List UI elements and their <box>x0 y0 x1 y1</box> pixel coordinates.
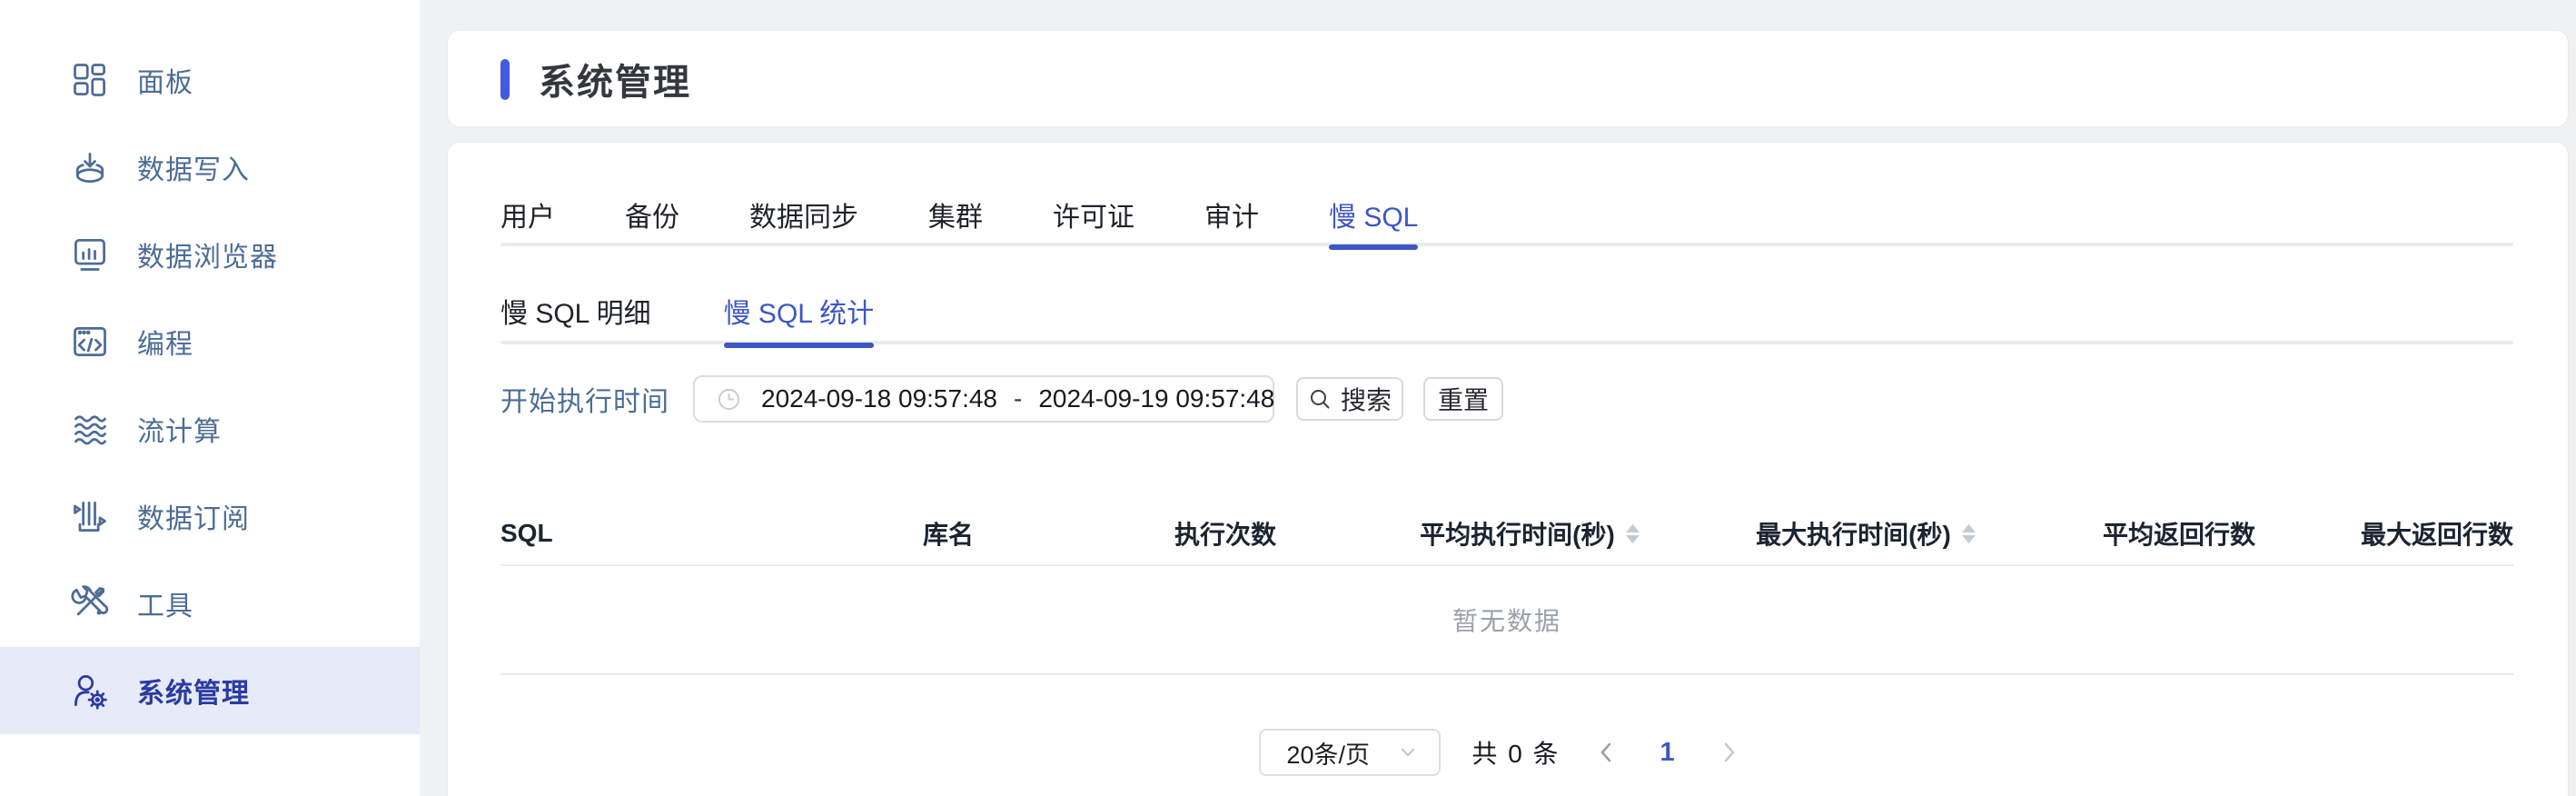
prev-page-button[interactable] <box>1580 729 1631 776</box>
sidebar-item-label: 工具 <box>137 592 193 622</box>
sidebar: 面板 数据写入 数据浏览器 编程 流计算 数据订阅 工具 系统管理 <box>0 0 420 796</box>
tab-backup[interactable]: 备份 <box>625 183 679 246</box>
pagination: 20条/页 共 0 条 1 <box>500 726 2513 779</box>
table-header-row: SQL 库名 执行次数 平均执行时间(秒) 最大执行时间(秒) 平均返回行数 最… <box>500 502 2513 566</box>
next-page-button[interactable] <box>1704 729 1755 776</box>
sidebar-item-label: 系统管理 <box>137 679 250 709</box>
search-button-label: 搜索 <box>1340 386 1392 414</box>
subtab-slow-sql-detail[interactable]: 慢 SQL 明细 <box>500 277 651 344</box>
tools-icon <box>70 583 110 623</box>
tab-users[interactable]: 用户 <box>500 183 555 246</box>
programming-icon <box>70 322 110 362</box>
title-accent-bar <box>500 59 510 100</box>
page-number-1[interactable]: 1 <box>1642 738 1693 768</box>
chevron-left-icon <box>1600 742 1610 762</box>
sidebar-item-system-admin[interactable]: 系统管理 <box>0 647 420 734</box>
clock-icon <box>718 388 740 410</box>
filter-row: 开始执行时间 2024-09-18 09:57:48 - 2024-09-19 … <box>500 375 2513 423</box>
date-range-start: 2024-09-18 09:57:48 <box>761 384 997 413</box>
subscription-icon <box>70 496 110 536</box>
tab-audit[interactable]: 审计 <box>1204 183 1259 246</box>
data-write-icon <box>70 147 110 187</box>
sidebar-item-label: 流计算 <box>137 417 222 447</box>
sidebar-item-programming[interactable]: 编程 <box>0 298 420 385</box>
column-header-avg-exec-time[interactable]: 平均执行时间(秒) <box>1371 515 1689 552</box>
column-header-avg-rows: 平均返回行数 <box>2102 521 2255 549</box>
sorter-icon[interactable] <box>1625 523 1640 543</box>
sidebar-item-label: 数据写入 <box>137 155 250 185</box>
tab-license[interactable]: 许可证 <box>1053 183 1134 246</box>
reset-button-label: 重置 <box>1437 386 1489 414</box>
sidebar-item-data-explorer[interactable]: 数据浏览器 <box>0 211 420 298</box>
sidebar-item-dashboard[interactable]: 面板 <box>0 36 420 124</box>
sidebar-item-data-write[interactable]: 数据写入 <box>0 124 420 211</box>
date-range-end: 2024-09-19 09:57:48 <box>1038 384 1275 413</box>
slow-sql-stats-table: SQL 库名 执行次数 平均执行时间(秒) 最大执行时间(秒) 平均返回行数 最… <box>500 502 2513 675</box>
column-header-max-rows: 最大返回行数 <box>2360 521 2513 549</box>
sidebar-item-subscription[interactable]: 数据订阅 <box>0 473 420 560</box>
page-title: 系统管理 <box>539 62 691 103</box>
page-header-card: 系统管理 <box>447 30 2569 127</box>
stream-icon <box>70 409 110 449</box>
tab-bar-track <box>500 243 2513 246</box>
column-header-max-exec-time[interactable]: 最大执行时间(秒) <box>1689 515 2043 552</box>
sidebar-item-label: 编程 <box>137 330 193 360</box>
sidebar-item-label: 面板 <box>137 68 193 98</box>
sidebar-menu: 面板 数据写入 数据浏览器 编程 流计算 数据订阅 工具 系统管理 <box>0 0 420 734</box>
subtab-slow-sql-stats[interactable]: 慢 SQL 统计 <box>723 277 874 348</box>
page-size-select[interactable]: 20条/页 <box>1259 729 1442 776</box>
sidebar-item-stream[interactable]: 流计算 <box>0 385 420 473</box>
reset-button[interactable]: 重置 <box>1423 377 1503 421</box>
table-empty-state: 暂无数据 <box>500 566 2513 675</box>
chevron-right-icon <box>1724 742 1734 762</box>
pagination-total: 共 0 条 <box>1471 740 1560 768</box>
slow-sql-admin-page: 面板 数据写入 数据浏览器 编程 流计算 数据订阅 工具 系统管理 系统管理 用… <box>0 0 2576 796</box>
chevron-down-icon <box>1402 748 1415 757</box>
search-button[interactable]: 搜索 <box>1296 377 1403 421</box>
tab-cluster[interactable]: 集群 <box>928 183 983 246</box>
dashboard-icon <box>70 60 110 100</box>
sorter-icon[interactable] <box>1961 523 1976 543</box>
tab-slow-sql[interactable]: 慢 SQL <box>1329 183 1419 250</box>
sidebar-item-label: 数据订阅 <box>137 504 250 534</box>
data-explorer-icon <box>70 234 110 274</box>
search-icon <box>1310 390 1330 409</box>
system-admin-icon <box>70 671 110 711</box>
date-range-separator: - <box>1014 384 1023 413</box>
subtab-bar: 慢 SQL 明细 慢 SQL 统计 <box>500 277 2513 348</box>
empty-state-text: 暂无数据 <box>1451 607 1561 635</box>
date-range-picker[interactable]: 2024-09-18 09:57:48 - 2024-09-19 09:57:4… <box>693 375 1274 423</box>
page-size-value: 20条/页 <box>1286 741 1370 769</box>
column-header-db-name: 库名 <box>922 521 974 549</box>
sidebar-item-tools[interactable]: 工具 <box>0 560 420 647</box>
tab-data-sync[interactable]: 数据同步 <box>749 183 858 246</box>
column-header-sql: SQL <box>500 519 553 547</box>
tab-bar: 用户 备份 数据同步 集群 许可证 审计 慢 SQL <box>500 183 2513 250</box>
sidebar-item-label: 数据浏览器 <box>137 243 278 273</box>
content-card: 用户 备份 数据同步 集群 许可证 审计 慢 SQL 慢 SQL 明细 慢 SQ… <box>447 142 2569 796</box>
start-time-label: 开始执行时间 <box>500 387 669 417</box>
column-header-exec-count: 执行次数 <box>1174 521 1276 549</box>
